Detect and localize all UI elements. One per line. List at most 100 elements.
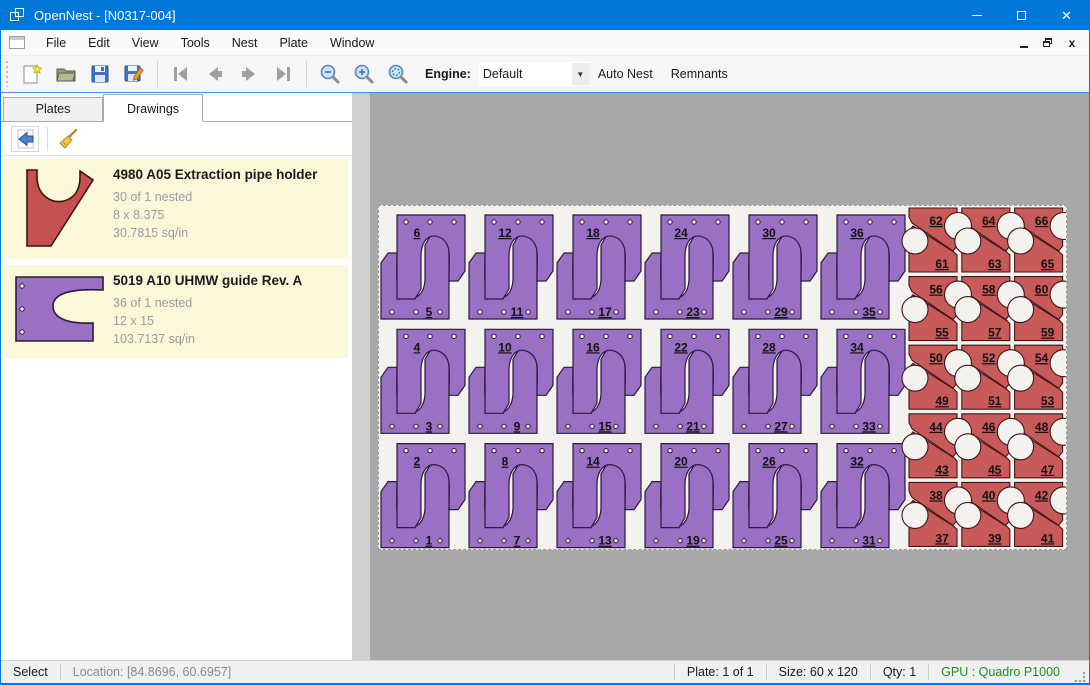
mdi-restore-icon xyxy=(1043,38,1053,48)
mdi-document-icon[interactable] xyxy=(9,36,25,49)
part-number: 44 xyxy=(929,420,943,434)
drawing-item-4980[interactable]: 4980 A05 Extraction pipe holder 30 of 1 … xyxy=(5,159,348,259)
part-number: 11 xyxy=(511,305,524,319)
part-number: 43 xyxy=(935,463,949,477)
part-number: 50 xyxy=(929,351,943,365)
save-as-icon xyxy=(123,63,145,85)
clean-button[interactable] xyxy=(54,126,82,152)
mdi-close-button[interactable]: x xyxy=(1061,34,1083,52)
part-number: 47 xyxy=(1041,463,1055,477)
part-number: 33 xyxy=(862,419,876,433)
part-number: 37 xyxy=(935,531,949,545)
menu-view[interactable]: View xyxy=(121,30,170,56)
open-button[interactable] xyxy=(51,59,81,89)
minimize-icon xyxy=(972,15,982,16)
part-number: 7 xyxy=(514,534,521,548)
drawing-item-5019[interactable]: 5019 A10 UHMW guide Rev. A 36 of 1 neste… xyxy=(5,265,348,358)
drawing-area: 103.7137 sq/in xyxy=(113,330,302,348)
back-arrow-icon xyxy=(14,128,36,150)
menu-window[interactable]: Window xyxy=(319,30,385,56)
tab-drawings[interactable]: Drawings xyxy=(103,94,203,122)
minimize-button[interactable] xyxy=(954,0,999,30)
part-thumbnail-red xyxy=(13,167,97,249)
close-button[interactable]: ✕ xyxy=(1044,0,1089,30)
plate[interactable]: 6512111817242330293635431091615222128273… xyxy=(378,205,1067,550)
drawing-area: 30.7815 sq/in xyxy=(113,224,317,242)
mdi-close-icon: x xyxy=(1069,37,1076,49)
part-number: 14 xyxy=(586,455,600,469)
part-number: 18 xyxy=(586,226,600,240)
part-number: 52 xyxy=(982,351,996,365)
menu-nest[interactable]: Nest xyxy=(221,30,269,56)
last-plate-icon xyxy=(272,63,294,85)
chevron-down-icon[interactable]: ▼ xyxy=(572,63,589,85)
close-icon: ✕ xyxy=(1061,9,1072,22)
part-number: 20 xyxy=(674,455,688,469)
part-number: 61 xyxy=(935,257,949,271)
engine-label: Engine: xyxy=(425,67,471,81)
part-number: 1 xyxy=(426,534,433,548)
drawing-nested: 36 of 1 nested xyxy=(113,294,302,312)
nest-canvas[interactable]: 6512111817242330293635431091615222128273… xyxy=(370,93,1089,660)
part-number: 16 xyxy=(586,340,600,354)
zoom-out-button[interactable] xyxy=(315,59,345,89)
menu-plate[interactable]: Plate xyxy=(268,30,319,56)
tab-plates[interactable]: Plates xyxy=(3,97,103,121)
part-number: 4 xyxy=(414,340,421,354)
engine-value: Default xyxy=(479,67,572,81)
part-number: 54 xyxy=(1035,351,1049,365)
drawing-size: 8 x 8.375 xyxy=(113,206,317,224)
panel-tabstrip: Plates Drawings xyxy=(1,93,352,122)
mdi-restore-button[interactable] xyxy=(1037,34,1059,52)
save-button[interactable] xyxy=(85,59,115,89)
menu-tools[interactable]: Tools xyxy=(170,30,221,56)
previous-plate-button[interactable] xyxy=(200,59,230,89)
part-number: 6 xyxy=(414,226,421,240)
part-number: 57 xyxy=(988,326,1002,340)
status-mode: Select xyxy=(1,665,60,679)
previous-plate-icon xyxy=(204,63,226,85)
status-gpu: GPU : Quadro P1000 xyxy=(929,665,1072,679)
status-location: Location: [84.8696, 60.6957] xyxy=(61,665,243,679)
part-number: 58 xyxy=(982,283,996,297)
part-number: 60 xyxy=(1035,283,1049,297)
part-number: 36 xyxy=(850,226,864,240)
next-plate-button[interactable] xyxy=(234,59,264,89)
resize-grip[interactable] xyxy=(1074,671,1086,683)
status-qty: Qty: 1 xyxy=(871,665,928,679)
new-file-icon xyxy=(21,63,43,85)
part-number: 10 xyxy=(498,340,512,354)
mdi-minimize-button[interactable] xyxy=(1013,34,1035,52)
app-icon xyxy=(10,8,26,22)
drawings-toolbar xyxy=(1,122,352,156)
next-plate-icon xyxy=(238,63,260,85)
first-plate-button[interactable] xyxy=(166,59,196,89)
last-plate-button[interactable] xyxy=(268,59,298,89)
drawings-panel: Plates Drawings xyxy=(1,93,353,660)
panel-splitter[interactable] xyxy=(353,93,370,660)
back-arrow-button[interactable] xyxy=(11,126,39,152)
zoom-fit-icon xyxy=(387,63,409,85)
zoom-in-button[interactable] xyxy=(349,59,379,89)
part-number: 27 xyxy=(774,419,788,433)
part-number: 12 xyxy=(498,226,512,240)
part-number: 32 xyxy=(850,455,864,469)
part-number: 30 xyxy=(762,226,776,240)
part-number: 46 xyxy=(982,420,996,434)
auto-nest-button[interactable]: Auto Nest xyxy=(589,60,662,88)
zoom-fit-button[interactable] xyxy=(383,59,413,89)
part-number: 31 xyxy=(862,534,876,548)
part-number: 35 xyxy=(862,305,876,319)
save-as-button[interactable] xyxy=(119,59,149,89)
new-file-button[interactable] xyxy=(17,59,47,89)
engine-combobox[interactable]: Default ▼ xyxy=(479,62,589,86)
menu-edit[interactable]: Edit xyxy=(77,30,121,56)
part-number: 62 xyxy=(929,214,943,228)
part-number: 15 xyxy=(598,419,612,433)
remnants-button[interactable]: Remnants xyxy=(662,60,737,88)
status-size: Size: 60 x 120 xyxy=(767,665,870,679)
part-number: 24 xyxy=(674,226,688,240)
menu-file[interactable]: File xyxy=(35,30,77,56)
toolbar-grip[interactable] xyxy=(4,61,9,87)
maximize-button[interactable] xyxy=(999,0,1044,30)
